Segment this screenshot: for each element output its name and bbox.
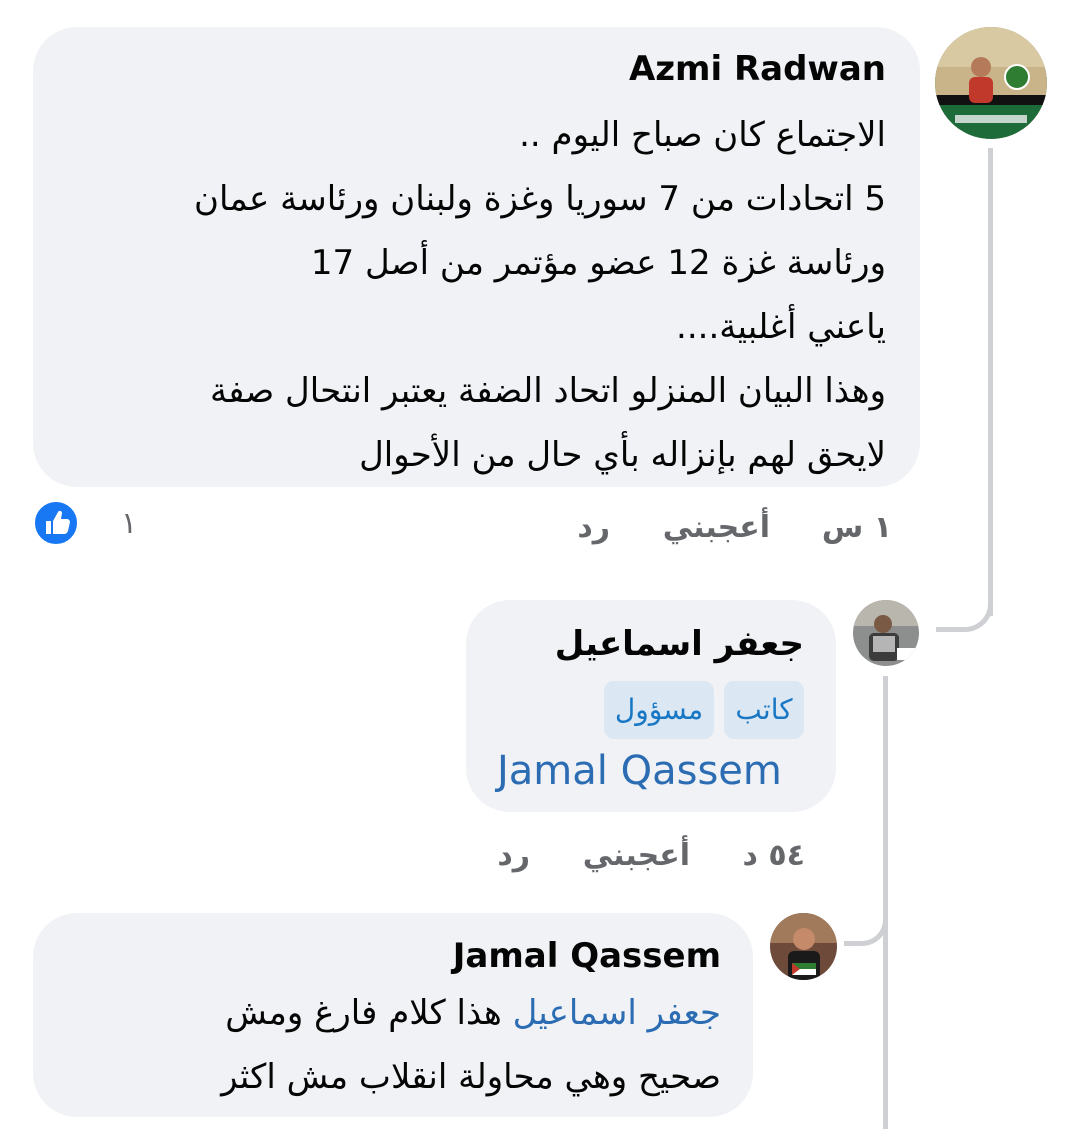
badge-writer: كاتب — [724, 681, 804, 739]
comment-time[interactable]: ١ س — [822, 510, 892, 545]
comment-text: هذا كلام فارغ ومش — [225, 993, 513, 1033]
thread-curve-reply-1 — [936, 580, 993, 632]
like-thumb-icon — [33, 500, 79, 546]
like-button[interactable]: أعجبني — [583, 838, 690, 873]
comment-line: وهذا البيان المنزلو اتحاد الضفة يعتبر ان… — [209, 371, 886, 411]
avatar-jamal-qassem[interactable] — [770, 913, 837, 980]
avatar-image — [935, 27, 1047, 139]
comment-line: ورئاسة غزة 12 عضو مؤتمر من أصل 17 — [310, 243, 886, 283]
mention-link[interactable]: جعفر اسماعيل — [513, 993, 721, 1033]
comment-author[interactable]: Azmi Radwan — [33, 47, 886, 91]
badge-admin: مسؤول — [604, 681, 714, 739]
comment-line: ياعني أغلبية.... — [676, 307, 886, 347]
mention-link[interactable]: Jamal Qassem — [497, 745, 782, 797]
reply-button[interactable]: رد — [577, 510, 610, 545]
comment-author[interactable]: جعفر اسماعيل — [466, 620, 804, 668]
comment-line: جعفر اسماعيل هذا كلام فارغ ومش — [33, 981, 721, 1045]
comment-line: صحيح وهي محاولة انقلاب مش اكثر — [221, 1057, 721, 1097]
comment-author[interactable]: Jamal Qassem — [33, 933, 721, 979]
avatar-jafar-ismail[interactable] — [853, 600, 919, 666]
comment-bubble-jamal: Jamal Qassem جعفر اسماعيل هذا كلام فارغ … — [33, 913, 753, 1117]
avatar-image — [853, 600, 919, 666]
comment-line: الاجتماع كان صباح اليوم .. — [519, 115, 886, 155]
comment-line: 5 اتحادات من 7 سوريا وغزة ولبنان ورئاسة … — [194, 179, 886, 219]
avatar-azmi-radwan[interactable] — [935, 27, 1047, 139]
comment-time[interactable]: ٥٤ د — [743, 838, 805, 873]
reply-button[interactable]: رد — [497, 838, 530, 873]
avatar-image — [770, 913, 837, 980]
comment-bubble-azmi: Azmi Radwan الاجتماع كان صباح اليوم .. 5… — [33, 27, 920, 487]
thread-line-main — [988, 148, 993, 616]
comment-line: لايحق لهم بإنزاله بأي حال من الأحوال — [359, 435, 886, 475]
reaction-summary[interactable]: ١ — [33, 500, 137, 548]
thread-curve-reply-2 — [844, 880, 888, 946]
reaction-count: ١ — [121, 506, 138, 541]
like-button[interactable]: أعجبني — [663, 510, 770, 545]
